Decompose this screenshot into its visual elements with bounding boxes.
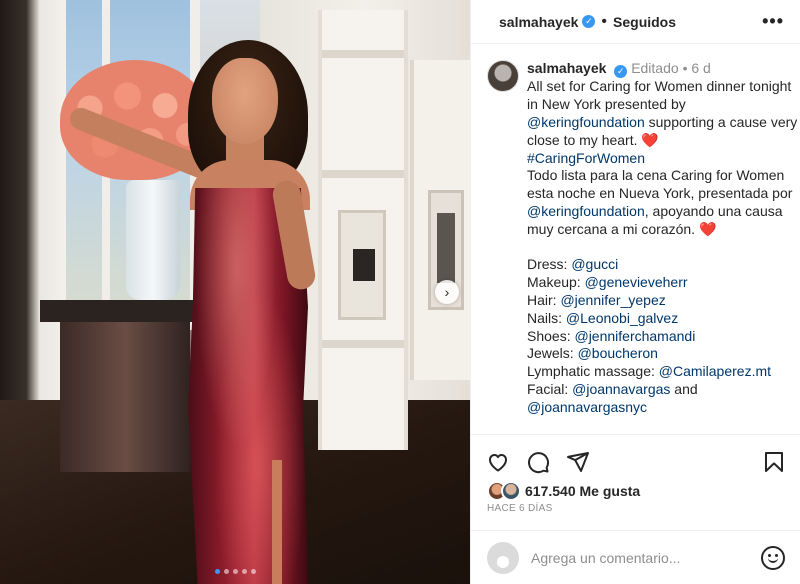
post-time[interactable]: 6 d: [691, 60, 710, 76]
carousel-dot: [223, 569, 229, 574]
carousel-indicator: [0, 569, 470, 574]
more-options-icon[interactable]: •••: [762, 11, 784, 32]
mention-link[interactable]: @boucheron: [578, 345, 658, 361]
carousel-dot: [241, 569, 247, 574]
credit-line: Hair: @jennifer_yepez: [527, 291, 666, 308]
chevron-right-icon[interactable]: ›: [435, 280, 459, 304]
caption-text: salmahayek ✓ Editado • 6 d All set for C…: [527, 60, 797, 417]
comment-bar: [471, 530, 800, 584]
carousel-dot: [232, 569, 238, 574]
mention-link[interactable]: @Camilaperez.mt: [659, 363, 771, 379]
credit-line: Dress: @gucci: [527, 256, 619, 273]
mention-link[interactable]: @keringfoundation: [527, 114, 645, 130]
heart-icon[interactable]: [485, 449, 511, 475]
mention-link[interactable]: @joannavargas: [572, 381, 670, 397]
edited-label: Editado: [631, 60, 679, 76]
post-detail-panel: salmahayek ✓ • Seguidos ••• salmahayek ✓…: [470, 0, 800, 584]
likes-count: 617.540 Me gusta: [525, 483, 641, 499]
user-avatar-icon: [487, 541, 519, 574]
caption-paragraph-1: All set for Caring for Women dinner toni…: [527, 78, 792, 113]
emoji-icon[interactable]: [761, 545, 785, 570]
mention-link[interactable]: @Leonobi_galvez: [566, 310, 678, 326]
caption-separator: •: [682, 60, 688, 76]
woman-figure: [40, 40, 340, 584]
framed-art: [338, 210, 386, 320]
following-button[interactable]: Seguidos: [613, 14, 676, 30]
post-date[interactable]: HACE 6 DÍAS: [487, 503, 553, 514]
avatar[interactable]: [487, 60, 519, 92]
credit-line: Shoes: @jenniferchamandi: [527, 327, 696, 344]
mention-link[interactable]: @genevieveherr: [585, 274, 688, 290]
share-icon[interactable]: [565, 449, 591, 475]
comment-icon[interactable]: [525, 449, 551, 475]
header-separator: •: [601, 12, 608, 30]
likes-summary[interactable]: 617.540 Me gusta: [487, 481, 640, 501]
comment-input[interactable]: [531, 549, 761, 566]
post-photo[interactable]: ›: [0, 0, 470, 584]
mention-link[interactable]: @jenniferchamandi: [574, 328, 695, 344]
credit-line: Makeup: @genevieveherr: [527, 274, 688, 291]
caption-paragraph-2: Todo lista para la cena Caring for Women…: [527, 167, 793, 202]
credit-line: Lymphatic massage: @Camilaperez.mt: [527, 363, 772, 380]
heart-emoji: ❤️: [641, 131, 659, 148]
mention-link[interactable]: @gucci: [571, 256, 618, 272]
shelf-unit-2: [410, 60, 470, 380]
credit-line: @joannavargasnyc: [527, 399, 797, 417]
credit-line: Nails: @Leonobi_galvez: [527, 309, 679, 326]
liker-avatar: [501, 481, 521, 501]
caption-section: salmahayek ✓ Editado • 6 d All set for C…: [487, 60, 797, 432]
bookmark-icon[interactable]: [761, 449, 787, 475]
verified-badge-icon: ✓: [582, 15, 596, 28]
mention-link[interactable]: @joannavargasnyc: [527, 399, 647, 415]
mention-link[interactable]: @jennifer_yepez: [560, 292, 665, 308]
credit-line: Facial: @joannavargas and: [527, 380, 698, 397]
carousel-dot: [250, 569, 256, 574]
heart-emoji: ❤️: [698, 220, 717, 237]
caption-username[interactable]: salmahayek: [527, 60, 606, 76]
header-username[interactable]: salmahayek: [499, 14, 578, 30]
post-header: salmahayek ✓ • Seguidos •••: [471, 0, 800, 44]
verified-badge-icon: ✓: [614, 65, 628, 79]
credit-line: Jewels: @boucheron: [527, 345, 658, 362]
mention-link[interactable]: @keringfoundation: [527, 203, 645, 219]
hashtag-link[interactable]: #CaringForWomen: [527, 150, 645, 166]
carousel-dot: [214, 569, 220, 574]
